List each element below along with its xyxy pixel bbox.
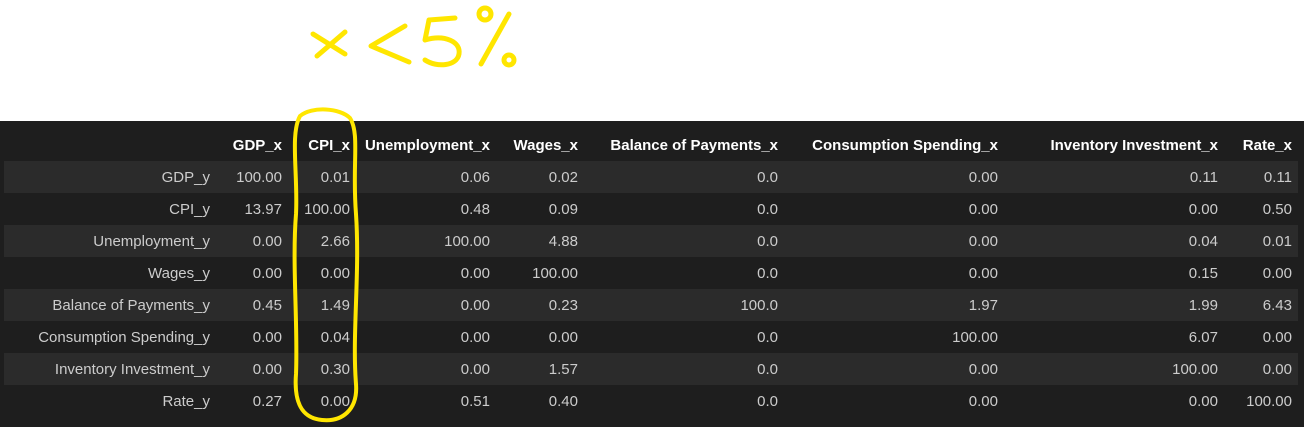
column-header: Balance of Payments_x bbox=[584, 129, 784, 161]
table-cell: 0.00 bbox=[216, 321, 288, 353]
row-label: Unemployment_y bbox=[4, 225, 216, 257]
handwritten-annotation bbox=[305, 0, 525, 80]
table-cell: 0.00 bbox=[288, 385, 356, 417]
table-cell: 100.0 bbox=[584, 289, 784, 321]
table-cell: 100.00 bbox=[784, 321, 1004, 353]
column-header: Wages_x bbox=[496, 129, 584, 161]
table-cell: 0.48 bbox=[356, 193, 496, 225]
table-cell: 100.00 bbox=[288, 193, 356, 225]
row-label: Inventory Investment_y bbox=[4, 353, 216, 385]
table-cell: 0.00 bbox=[1004, 385, 1224, 417]
table-cell: 0.00 bbox=[216, 353, 288, 385]
column-header: GDP_x bbox=[216, 129, 288, 161]
table-cell: 0.00 bbox=[784, 257, 1004, 289]
table-cell: 0.11 bbox=[1224, 161, 1298, 193]
row-label: CPI_y bbox=[4, 193, 216, 225]
table-cell: 100.00 bbox=[356, 225, 496, 257]
notebook-output-panel: GDP_x CPI_x Unemployment_x Wages_x Balance o… bbox=[0, 121, 1304, 427]
row-label: GDP_y bbox=[4, 161, 216, 193]
table-cell: 0.00 bbox=[784, 193, 1004, 225]
table-cell: 0.04 bbox=[1004, 225, 1224, 257]
table-cell: 0.00 bbox=[784, 225, 1004, 257]
table-cell: 0.0 bbox=[584, 353, 784, 385]
table-cell: 0.00 bbox=[216, 225, 288, 257]
table-row: CPI_y 13.97 100.00 0.48 0.09 0.0 0.00 0.00 0.50 bbox=[4, 193, 1298, 225]
table-cell: 0.51 bbox=[356, 385, 496, 417]
row-label: Balance of Payments_y bbox=[4, 289, 216, 321]
table-cell: 0.30 bbox=[288, 353, 356, 385]
table-cell: 0.0 bbox=[584, 225, 784, 257]
table-cell: 0.00 bbox=[288, 257, 356, 289]
table-cell: 6.07 bbox=[1004, 321, 1224, 353]
table-cell: 13.97 bbox=[216, 193, 288, 225]
table-cell: 100.00 bbox=[216, 161, 288, 193]
table-cell: 1.97 bbox=[784, 289, 1004, 321]
header-row: GDP_x CPI_x Unemployment_x Wages_x Balance o… bbox=[4, 129, 1298, 161]
table-row: Wages_y 0.00 0.00 0.00 100.00 0.0 0.00 0.15 0.00 bbox=[4, 257, 1298, 289]
table-cell: 100.00 bbox=[496, 257, 584, 289]
table-cell: 0.15 bbox=[1004, 257, 1224, 289]
table-cell: 0.00 bbox=[356, 353, 496, 385]
table-cell: 0.00 bbox=[1224, 257, 1298, 289]
table-cell: 0.0 bbox=[584, 385, 784, 417]
table-cell: 0.00 bbox=[356, 289, 496, 321]
table-cell: 0.00 bbox=[356, 321, 496, 353]
table-row: Unemployment_y 0.00 2.66 100.00 4.88 0.0 0.00 0… bbox=[4, 225, 1298, 257]
table-row: GDP_y 100.00 0.01 0.06 0.02 0.0 0.00 0.11 0.11 bbox=[4, 161, 1298, 193]
column-header: Consumption Spending_x bbox=[784, 129, 1004, 161]
table-cell: 6.43 bbox=[1224, 289, 1298, 321]
dataframe-table: GDP_x CPI_x Unemployment_x Wages_x Balance o… bbox=[4, 129, 1298, 417]
table-cell: 0.00 bbox=[1004, 193, 1224, 225]
table-cell: 0.40 bbox=[496, 385, 584, 417]
index-header bbox=[4, 129, 216, 161]
row-label: Rate_y bbox=[4, 385, 216, 417]
table-cell: 0.23 bbox=[496, 289, 584, 321]
table-cell: 0.0 bbox=[584, 161, 784, 193]
column-header: Rate_x bbox=[1224, 129, 1298, 161]
column-header: Unemployment_x bbox=[356, 129, 496, 161]
table-cell: 0.0 bbox=[584, 257, 784, 289]
table-row: Balance of Payments_y 0.45 1.49 0.00 0.23 100… bbox=[4, 289, 1298, 321]
table-cell: 0.06 bbox=[356, 161, 496, 193]
table-cell: 0.00 bbox=[216, 257, 288, 289]
table-cell: 0.00 bbox=[356, 257, 496, 289]
row-label: Wages_y bbox=[4, 257, 216, 289]
table-cell: 0.00 bbox=[1224, 353, 1298, 385]
table-cell: 0.11 bbox=[1004, 161, 1224, 193]
table-cell: 2.66 bbox=[288, 225, 356, 257]
table-cell: 0.00 bbox=[1224, 321, 1298, 353]
row-label: Consumption Spending_y bbox=[4, 321, 216, 353]
table-row: Inventory Investment_y 0.00 0.30 0.00 1.57 0.… bbox=[4, 353, 1298, 385]
column-header: Inventory Investment_x bbox=[1004, 129, 1224, 161]
table-cell: 0.04 bbox=[288, 321, 356, 353]
table-cell: 0.50 bbox=[1224, 193, 1298, 225]
table-row: Consumption Spending_y 0.00 0.04 0.00 0.00 0.… bbox=[4, 321, 1298, 353]
table-cell: 0.27 bbox=[216, 385, 288, 417]
table-cell: 0.00 bbox=[496, 321, 584, 353]
table-cell: 0.00 bbox=[784, 353, 1004, 385]
table-cell: 0.01 bbox=[288, 161, 356, 193]
table-cell: 1.49 bbox=[288, 289, 356, 321]
table-cell: 0.0 bbox=[584, 193, 784, 225]
table-cell: 1.99 bbox=[1004, 289, 1224, 321]
table-row: Rate_y 0.27 0.00 0.51 0.40 0.0 0.00 0.00 100.00 bbox=[4, 385, 1298, 417]
table-cell: 0.45 bbox=[216, 289, 288, 321]
table-cell: 0.0 bbox=[584, 321, 784, 353]
table-cell: 0.00 bbox=[784, 385, 1004, 417]
table-cell: 0.01 bbox=[1224, 225, 1298, 257]
table-cell: 4.88 bbox=[496, 225, 584, 257]
table-cell: 0.09 bbox=[496, 193, 584, 225]
table-cell: 100.00 bbox=[1224, 385, 1298, 417]
table-cell: 0.00 bbox=[784, 161, 1004, 193]
table-cell: 1.57 bbox=[496, 353, 584, 385]
table-cell: 100.00 bbox=[1004, 353, 1224, 385]
table-cell: 0.02 bbox=[496, 161, 584, 193]
column-header: CPI_x bbox=[288, 129, 356, 161]
